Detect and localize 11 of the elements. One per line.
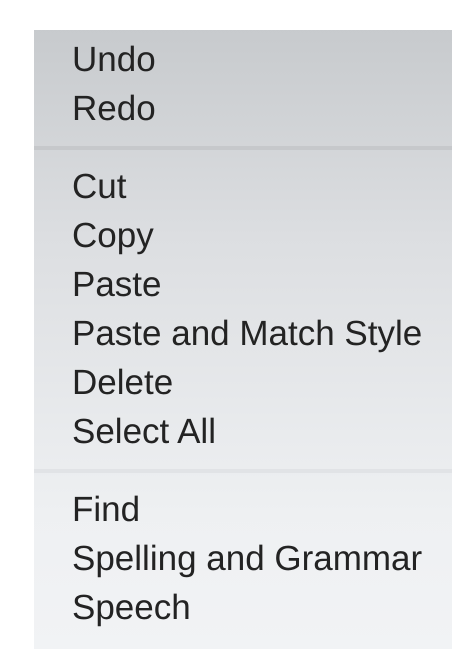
menu-item[interactable]: Speech bbox=[34, 583, 452, 632]
menu-item[interactable]: Select All bbox=[34, 407, 452, 456]
menu-item[interactable]: Cut bbox=[34, 162, 452, 211]
menu-item[interactable]: Copy bbox=[34, 211, 452, 260]
menu-item[interactable]: Undo bbox=[34, 35, 452, 84]
menu-item[interactable]: Paste bbox=[34, 260, 452, 309]
menu-item[interactable]: Delete bbox=[34, 358, 452, 407]
menu-item[interactable]: Paste and Match Style bbox=[34, 309, 452, 358]
menu-item[interactable]: Spelling and Grammar bbox=[34, 534, 452, 583]
menu-item[interactable]: Redo bbox=[34, 84, 452, 133]
menu-item[interactable]: Find bbox=[34, 485, 452, 534]
